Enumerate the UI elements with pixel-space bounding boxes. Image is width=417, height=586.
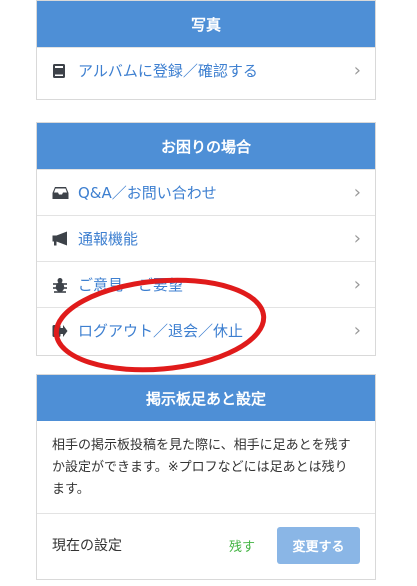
photo-header: 写真 [37,1,375,47]
help-title: お困りの場合 [160,137,251,156]
change-setting-button[interactable]: 変更する [277,526,360,564]
logout-icon [52,324,74,338]
megaphone-icon [52,231,74,246]
menu-item-report[interactable]: 通報機能 › [37,215,375,261]
menu-item-logout[interactable]: ログアウト／退会／休止 › [37,307,375,353]
menu-item-feedback[interactable]: ご意見・ご要望 › [37,261,375,307]
menu-item-label: ログアウト／退会／休止 [78,322,244,340]
chevron-right-icon: › [353,228,361,249]
current-setting-label: 現在の設定 [52,538,122,554]
footprint-header: 掲示板足あと設定 [37,375,375,421]
help-panel: お困りの場合 Q&A／お問い合わせ › 通報機能 › ご意見・ご要望 › ログア… [36,122,376,356]
photo-panel: 写真 アルバムに登録／確認する › [36,0,376,100]
footprint-description: 相手の掲示板投稿を見た際に、相手に足あとを残すか設定ができます。※プロフなどには… [37,421,375,514]
chevron-right-icon: › [353,274,361,295]
current-setting-value: 残す [228,539,255,555]
menu-item-label: 通報機能 [78,230,139,248]
photo-title: 写真 [190,15,221,34]
chevron-right-icon: › [353,182,361,203]
inbox-icon [52,186,74,200]
bug-icon [52,277,74,293]
chevron-right-icon: › [353,60,361,81]
current-setting-row: 現在の設定 残す 変更する [37,514,375,576]
footprint-title: 掲示板足あと設定 [145,389,266,408]
chevron-right-icon: › [353,320,361,341]
menu-item-qa[interactable]: Q&A／お問い合わせ › [37,169,375,215]
help-header: お困りの場合 [37,123,375,169]
menu-item-label: アルバムに登録／確認する [78,62,258,80]
footprint-panel: 掲示板足あと設定 相手の掲示板投稿を見た際に、相手に足あとを残すか設定ができます… [36,374,376,580]
menu-item-label: ご意見・ご要望 [78,276,184,294]
menu-item-album[interactable]: アルバムに登録／確認する › [37,47,375,93]
menu-item-label: Q&A／お問い合わせ [78,184,217,202]
book-icon [52,63,74,79]
